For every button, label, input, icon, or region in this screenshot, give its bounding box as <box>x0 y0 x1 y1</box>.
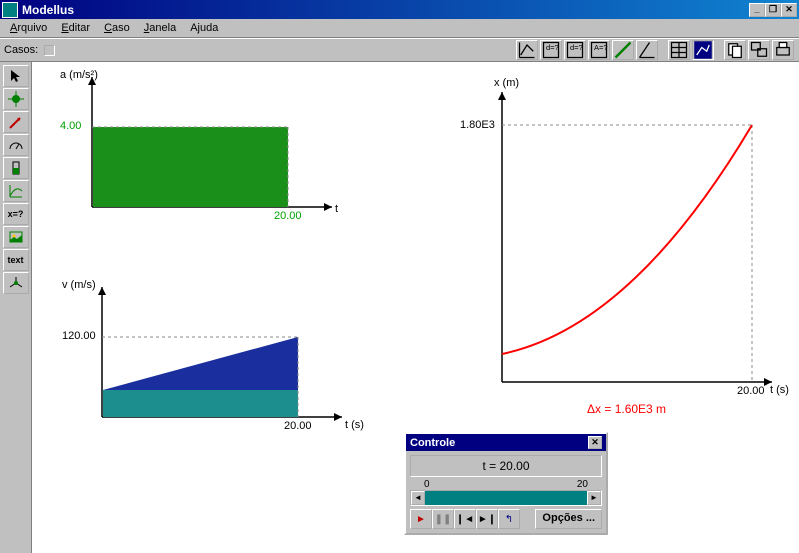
slider-left-button[interactable]: ◄ <box>411 491 425 505</box>
top-toolbar: Casos: d=? d=? A=? <box>0 38 799 62</box>
gauge-tool[interactable] <box>3 134 29 156</box>
slider-max: 20 <box>577 479 588 490</box>
accel-xval: 20.00 <box>274 210 302 222</box>
accel-chart: a (m/s²) t 4.00 20.00 <box>42 67 342 227</box>
minimize-button[interactable]: _ <box>749 3 765 17</box>
svg-text:d=?: d=? <box>570 43 583 52</box>
copy-button[interactable] <box>724 40 746 60</box>
graph-tool-1[interactable] <box>516 40 538 60</box>
maximize-button[interactable]: ❐ <box>765 3 781 17</box>
play-button[interactable]: ► <box>410 509 432 529</box>
side-toolbar: x=? text <box>0 62 32 553</box>
variable-tool[interactable]: x=? <box>3 203 29 225</box>
time-display: t = 20.00 <box>410 455 602 477</box>
menu-janela[interactable]: Janela <box>138 20 182 36</box>
control-titlebar[interactable]: Controle ✕ <box>406 434 606 451</box>
accel-ylabel: a (m/s²) <box>60 69 98 81</box>
print-button[interactable] <box>772 40 794 60</box>
vel-xval: 20.00 <box>284 420 312 432</box>
3d-tool[interactable] <box>3 272 29 294</box>
particle-tool[interactable] <box>3 88 29 110</box>
pos-delta: Δx = 1.60E3 m <box>587 402 666 416</box>
vel-ylabel: v (m/s) <box>62 279 96 291</box>
control-window[interactable]: Controle ✕ t = 20.00 0 20 ◄ ► ► ❚❚ ❙◄ <box>404 432 608 535</box>
app-icon <box>2 2 18 18</box>
menu-editar[interactable]: Editar <box>55 20 96 36</box>
forward-button[interactable]: ►❙ <box>476 509 498 529</box>
vel-yval: 120.00 <box>62 330 96 342</box>
slider-min: 0 <box>424 479 430 490</box>
angle-tool[interactable] <box>636 40 658 60</box>
table-button[interactable] <box>668 40 690 60</box>
slider-right-button[interactable]: ► <box>587 491 601 505</box>
vector-tool[interactable] <box>3 111 29 133</box>
cascade-button[interactable] <box>748 40 770 60</box>
control-close-button[interactable]: ✕ <box>588 436 602 449</box>
canvas: a (m/s²) t 4.00 20.00 v (m/s) t (s) 120.… <box>32 62 799 553</box>
pos-xlabel: t (s) <box>770 384 789 396</box>
pos-yval: 1.80E3 <box>460 119 495 131</box>
vel-chart: v (m/s) t (s) 120.00 20.00 <box>42 277 372 437</box>
casos-checkbox[interactable] <box>44 45 55 56</box>
pos-chart: x (m) t (s) 1.80E3 20.00 Δx = 1.60E3 m <box>452 77 792 407</box>
time-slider[interactable]: ◄ ► <box>410 490 602 506</box>
menu-caso[interactable]: Caso <box>98 20 136 36</box>
text-tool[interactable]: text <box>3 249 29 271</box>
workspace: x=? text a (m/s²) t 4.00 20.00 <box>0 62 799 553</box>
pos-xval: 20.00 <box>737 385 765 397</box>
slider-bar[interactable] <box>425 491 587 505</box>
tangent-tool[interactable] <box>612 40 634 60</box>
casos-label: Casos: <box>4 44 38 56</box>
graph-tool-3[interactable]: d=? <box>564 40 586 60</box>
accel-xlabel: t <box>335 203 338 215</box>
titlebar: Modellus _ ❐ ✕ <box>0 0 799 19</box>
level-tool[interactable] <box>3 157 29 179</box>
graph-tool-4[interactable]: A=? <box>588 40 610 60</box>
menu-ajuda[interactable]: Ajuda <box>184 20 224 36</box>
window-title: Modellus <box>22 3 749 17</box>
menubar: Arquivo Editar Caso Janela Ajuda <box>0 19 799 38</box>
pointer-tool[interactable] <box>3 65 29 87</box>
graph-tool-2[interactable]: d=? <box>540 40 562 60</box>
image-tool[interactable] <box>3 226 29 248</box>
close-button[interactable]: ✕ <box>781 3 797 17</box>
options-button[interactable]: Opções ... <box>535 509 602 529</box>
stop-button[interactable]: ❚❚ <box>432 509 454 529</box>
menu-arquivo[interactable]: Arquivo <box>4 20 53 36</box>
svg-text:A=?: A=? <box>594 43 608 52</box>
chart-button[interactable] <box>692 40 714 60</box>
pos-ylabel: x (m) <box>494 77 519 89</box>
accel-yval: 4.00 <box>60 120 81 132</box>
vel-xlabel: t (s) <box>345 419 364 431</box>
plot-tool[interactable] <box>3 180 29 202</box>
rewind-button[interactable]: ❙◄ <box>454 509 476 529</box>
reset-button[interactable]: ↰ <box>498 509 520 529</box>
control-title: Controle <box>410 437 588 449</box>
svg-text:d=?: d=? <box>546 43 559 52</box>
